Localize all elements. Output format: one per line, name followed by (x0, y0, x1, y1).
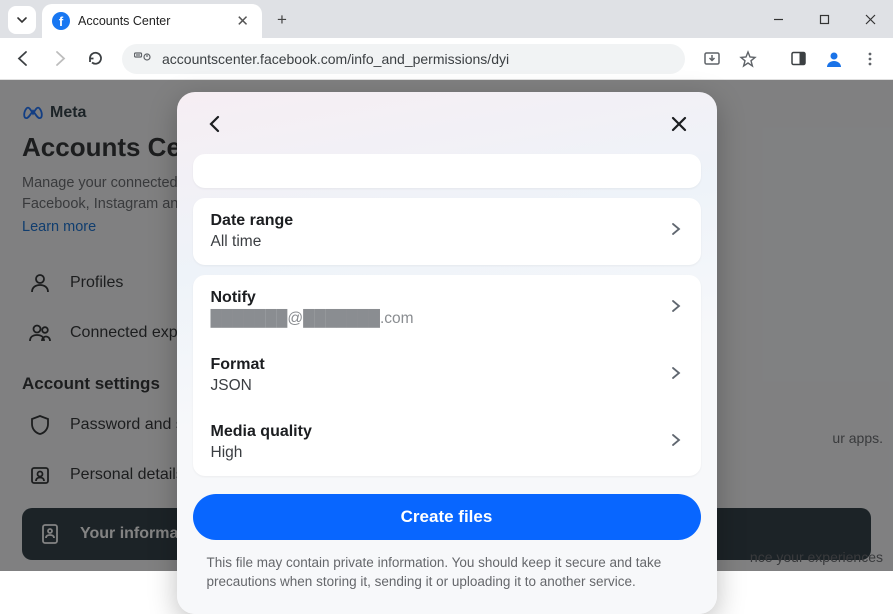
row-label: Format (211, 356, 669, 374)
window-controls (755, 0, 893, 38)
browser-toolbar: accountscenter.facebook.com/info_and_per… (0, 38, 893, 80)
side-panel-button[interactable] (783, 44, 813, 74)
tab-title: Accounts Center (78, 14, 225, 28)
download-info-modal: Date range All time Notify ███████@█████… (177, 92, 717, 614)
date-range-row[interactable]: Date range All time (193, 198, 701, 265)
window-titlebar: f Accounts Center ✕ + (0, 0, 893, 38)
chevron-right-icon (669, 366, 683, 385)
notify-row[interactable]: Notify ███████@███████.com (193, 275, 701, 342)
site-info-icon[interactable] (134, 50, 152, 67)
reload-button[interactable] (80, 44, 110, 74)
tab-search-button[interactable] (8, 6, 36, 34)
row-label: Media quality (211, 423, 669, 441)
media-quality-row[interactable]: Media quality High (193, 409, 701, 476)
row-value: All time (211, 233, 669, 251)
url-text: accountscenter.facebook.com/info_and_per… (162, 51, 509, 67)
chevron-right-icon (669, 222, 683, 241)
browser-menu-button[interactable] (855, 44, 885, 74)
address-bar[interactable]: accountscenter.facebook.com/info_and_per… (122, 44, 685, 74)
maximize-button[interactable] (801, 0, 847, 38)
chevron-right-icon (669, 299, 683, 318)
favicon: f (52, 12, 70, 30)
format-row[interactable]: Format JSON (193, 342, 701, 409)
new-tab-button[interactable]: + (268, 6, 296, 34)
modal-back-button[interactable] (199, 108, 231, 140)
back-button[interactable] (8, 44, 38, 74)
modal-blank-card (193, 154, 701, 188)
row-label: Date range (211, 212, 669, 230)
tab-close-button[interactable]: ✕ (233, 12, 252, 30)
row-value: High (211, 444, 669, 462)
profile-button[interactable] (819, 44, 849, 74)
create-files-button[interactable]: Create files (193, 494, 701, 540)
minimize-button[interactable] (755, 0, 801, 38)
row-value: ███████@███████.com (211, 310, 669, 328)
close-window-button[interactable] (847, 0, 893, 38)
bookmark-button[interactable] (733, 44, 763, 74)
modal-close-button[interactable] (663, 108, 695, 140)
row-label: Notify (211, 289, 669, 307)
row-value: JSON (211, 377, 669, 395)
chevron-right-icon (669, 433, 683, 452)
forward-button[interactable] (44, 44, 74, 74)
install-app-button[interactable] (697, 44, 727, 74)
disclaimer-text: This file may contain private informatio… (207, 554, 687, 592)
browser-tab[interactable]: f Accounts Center ✕ (42, 4, 262, 38)
